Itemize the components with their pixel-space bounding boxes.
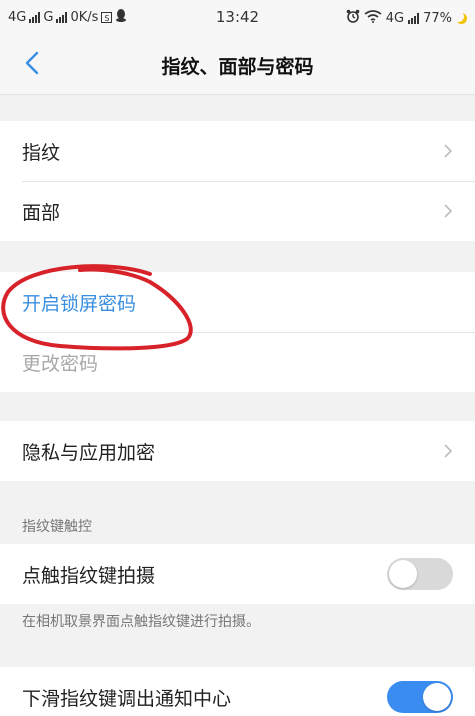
battery-icon [456,13,467,24]
tap-to-shoot-row: 点触指纹键拍摄 [0,544,475,604]
swipe-notification-toggle[interactable] [387,681,453,713]
swipe-notification-row: 下滑指纹键调出通知中心 [0,667,475,716]
alarm-icon [346,9,360,27]
page-title: 指纹、面部与密码 [161,56,314,78]
section-header-fingerprint-key: 指纹键触控 [22,519,92,535]
swipe-notification-label: 下滑指纹键调出通知中心 [22,687,232,710]
battery-percent: 77% [423,10,452,26]
chevron-right-icon [444,444,453,458]
enable-lock-password-label: 开启锁屏密码 [22,292,137,315]
tap-to-shoot-label: 点触指纹键拍摄 [22,564,156,587]
signal-icon-3 [408,12,420,24]
privacy-encrypt-label: 隐私与应用加密 [22,441,156,464]
privacy-group: 隐私与应用加密 [0,421,475,481]
chevron-right-icon [444,144,453,158]
status-right: 4G 77% [346,9,467,27]
tap-to-shoot-group: 点触指纹键拍摄 [0,544,475,604]
toggle-knob [389,560,417,588]
fingerprint-row[interactable]: 指纹 [0,121,475,181]
wifi-icon [364,9,382,27]
enable-lock-password-row[interactable]: 开启锁屏密码 [0,272,475,332]
chevron-right-icon [444,204,453,218]
face-row[interactable]: 面部 [0,181,475,241]
tap-to-shoot-toggle[interactable] [387,558,453,590]
nav-bar: 指纹、面部与密码 [0,34,475,95]
network-type-3: 4G [385,10,405,26]
fingerprint-label: 指纹 [22,141,61,164]
biometrics-group: 指纹 面部 [0,121,475,241]
face-label: 面部 [22,201,61,224]
change-password-label: 更改密码 [22,352,99,375]
swipe-notification-group: 下滑指纹键调出通知中心 [0,667,475,716]
tap-to-shoot-note: 在相机取景界面点触指纹键进行拍摄。 [22,614,260,630]
toggle-knob [423,683,451,711]
password-group: 开启锁屏密码 更改密码 [0,272,475,392]
privacy-encrypt-row[interactable]: 隐私与应用加密 [0,421,475,481]
change-password-row: 更改密码 [0,332,475,392]
status-bar: 4G G 0K/s S 13:42 4G 77% [0,0,475,34]
